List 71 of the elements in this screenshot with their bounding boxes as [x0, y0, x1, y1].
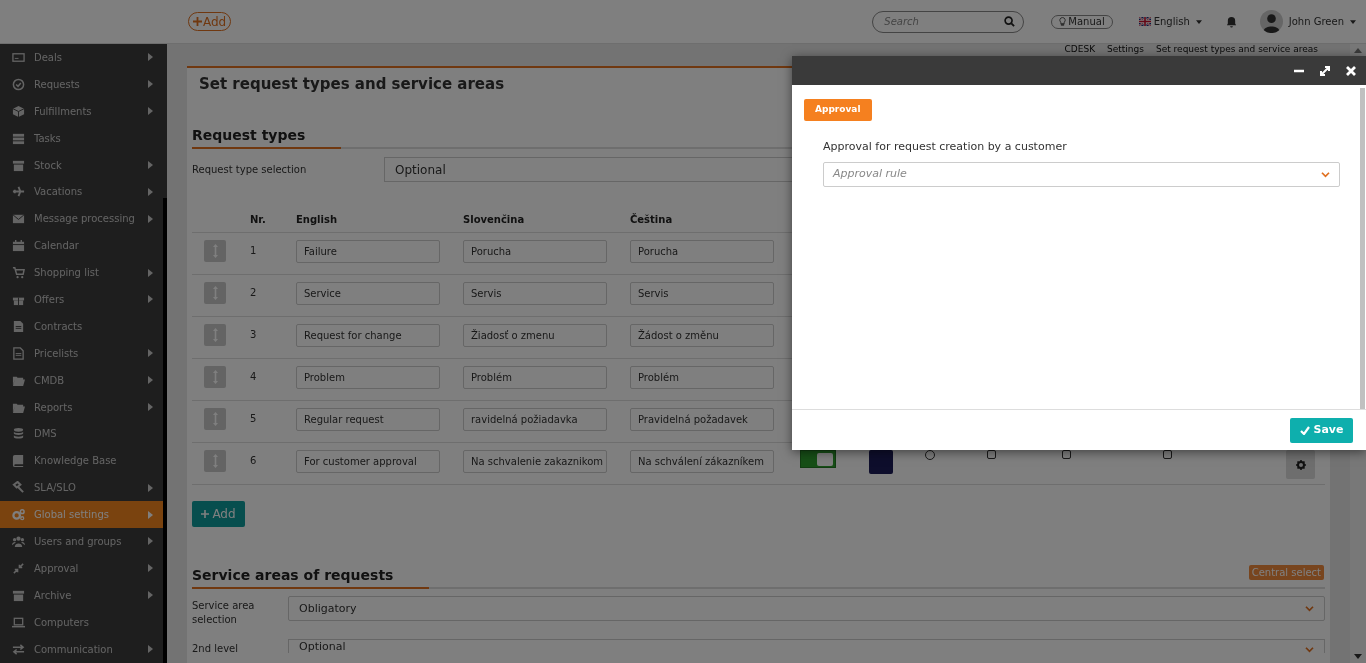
input-field[interactable]: Failure	[296, 240, 440, 263]
sidebar-item[interactable]: Tasks	[0, 124, 163, 152]
input-field[interactable]: Žiadosť o zmenu	[463, 324, 607, 347]
sidebar-item[interactable]: Archive	[0, 581, 163, 609]
breadcrumb-link[interactable]: Settings	[1107, 44, 1144, 55]
user-menu[interactable]: John Green	[1288, 14, 1356, 29]
sidebar-item[interactable]: Pricelists	[0, 339, 163, 367]
input-field[interactable]: Žádost o změnu	[630, 324, 774, 347]
input-field[interactable]: Porucha	[630, 240, 774, 263]
field-label: Approval for request creation by a customer	[823, 139, 1068, 155]
row-number: 4	[250, 370, 258, 384]
input-field[interactable]: Problém	[630, 366, 774, 389]
sidebar-item[interactable]: Offers	[0, 286, 163, 313]
column-header: Nr.	[250, 212, 267, 227]
input-field[interactable]: Problém	[463, 366, 607, 389]
sidebar-item[interactable]: Requests	[0, 70, 163, 98]
input-field[interactable]: Request for change	[296, 324, 440, 347]
page-title: Set request types and service areas	[199, 74, 505, 95]
section-heading: Service areas of requests	[192, 565, 430, 589]
search-field[interactable]: Search	[872, 10, 1025, 33]
input-field[interactable]: Service	[296, 282, 440, 305]
sidebar-item[interactable]: Approval	[0, 554, 163, 582]
column-header: English	[296, 212, 339, 227]
save-button[interactable]: Save	[1290, 417, 1353, 443]
sidebar-item[interactable]: DMS	[0, 420, 163, 448]
sidebar-item[interactable]: Knowledge Base	[0, 447, 163, 475]
row-number: 6	[250, 454, 258, 468]
column-header: Čeština	[630, 212, 674, 227]
language-dropdown[interactable]: English	[1138, 14, 1202, 29]
add-button[interactable]: Add	[192, 501, 245, 527]
sidebar-item[interactable]: Global settings	[0, 501, 163, 529]
sidebar-item[interactable]: Reports	[0, 393, 163, 421]
input-field[interactable]: Pravidelná požadavek	[630, 408, 774, 431]
breadcrumb-link[interactable]: Set request types and service areas	[1155, 44, 1318, 55]
sidebar-item[interactable]: Deals	[0, 44, 163, 71]
input-field[interactable]: Servis	[463, 282, 607, 305]
sidebar-item[interactable]: CMDB	[0, 366, 163, 394]
sidebar-item[interactable]: SLA/SLO	[0, 474, 163, 502]
central-select-badge: Central select	[1248, 565, 1324, 580]
input-field[interactable]: Na schvalenie zakaznikom	[463, 450, 607, 473]
input-field[interactable]: Problem	[296, 366, 440, 389]
breadcrumb-link[interactable]: CDESK	[1064, 44, 1096, 55]
field-label: Service area selection	[192, 599, 256, 627]
sidebar-item[interactable]: Computers	[0, 608, 163, 636]
section-heading: Request types	[192, 125, 342, 149]
sidebar-item[interactable]: Communication	[0, 635, 163, 663]
sidebar-item[interactable]: Users and groups	[0, 528, 163, 555]
sidebar-item[interactable]: Calendar	[0, 232, 163, 260]
input-field[interactable]: ravidelná požiadavka	[463, 408, 607, 431]
input-field[interactable]: For customer approval	[296, 450, 440, 473]
sidebar-item[interactable]: Contracts	[0, 312, 163, 340]
approval-rule-select[interactable]: Approval rule	[823, 161, 1340, 187]
approval-section-button[interactable]: Approval	[804, 99, 872, 121]
row-number: 3	[250, 328, 258, 342]
row-number: 5	[250, 412, 258, 426]
sidebar-item[interactable]: Fulfillments	[0, 97, 163, 125]
select-field[interactable]: Obligatory	[288, 596, 1325, 621]
column-header: Slovenčina	[463, 212, 526, 227]
row-number: 1	[250, 244, 258, 258]
sidebar-item[interactable]: Stock	[0, 151, 163, 179]
row-number: 2	[250, 286, 258, 300]
input-field[interactable]: Na schválení zákazníkem	[630, 450, 774, 473]
field-label: Request type selection	[192, 163, 308, 177]
sidebar-item[interactable]: Shopping list	[0, 259, 163, 286]
input-field[interactable]: Porucha	[463, 240, 607, 263]
input-field[interactable]: Servis	[630, 282, 774, 305]
select-field[interactable]: Optional	[288, 639, 1325, 653]
input-field[interactable]: Regular request	[296, 408, 440, 431]
field-label: 2nd level	[192, 642, 239, 653]
sidebar-item[interactable]: Vacations	[0, 178, 163, 206]
sidebar-item[interactable]: Message processing	[0, 205, 163, 233]
